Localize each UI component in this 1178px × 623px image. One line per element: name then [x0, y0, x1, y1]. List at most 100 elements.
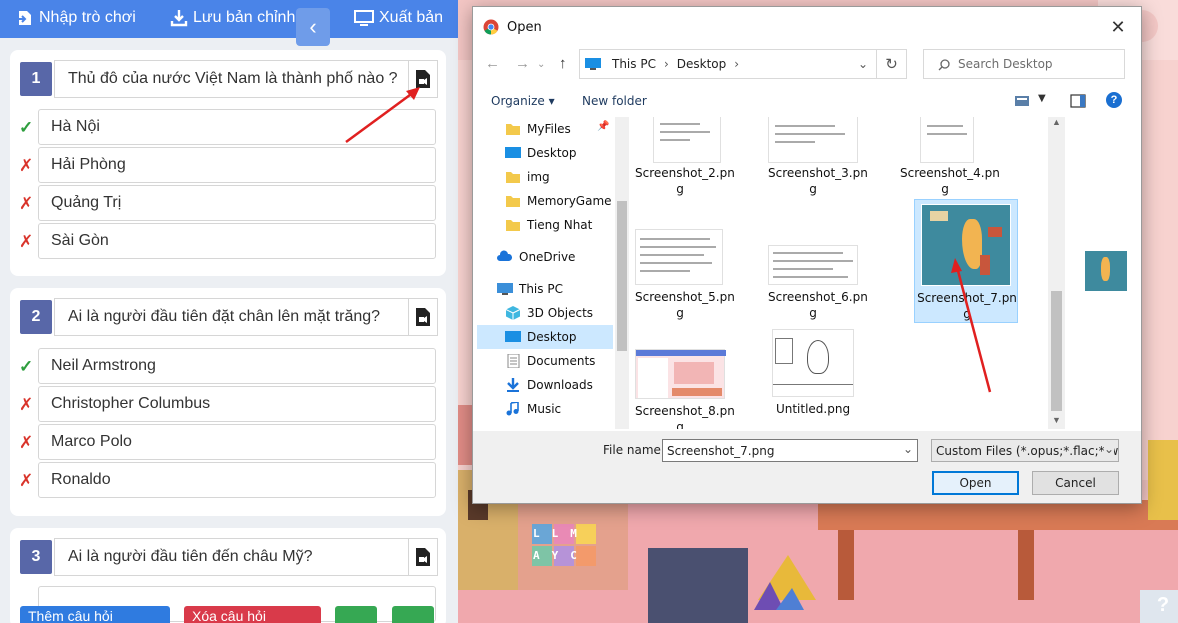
wrong-mark-icon[interactable]: ✗: [19, 156, 33, 176]
correct-mark-icon[interactable]: ✓: [19, 357, 33, 377]
command-bar: Organize ▾ New folder ▼ ?: [473, 87, 1141, 115]
file-item[interactable]: Screenshot_4.pn g: [900, 117, 1000, 197]
wrong-mark-icon[interactable]: ✗: [19, 433, 33, 453]
nav-item-memorygame[interactable]: MemoryGame: [477, 189, 613, 213]
computer-icon: [497, 283, 513, 295]
search-icon: [938, 59, 950, 71]
file-name: Screenshot_5.pn g: [635, 290, 735, 320]
breadcrumb-desktop[interactable]: Desktop: [677, 57, 727, 71]
nav-item-desktop-selected[interactable]: Desktop: [477, 325, 613, 349]
file-item[interactable]: Screenshot_3.pn g: [768, 117, 868, 197]
nav-item-label: Tieng Nhat: [527, 218, 593, 232]
nav-item-tieng-nhat[interactable]: Tieng Nhat: [477, 213, 613, 237]
nav-pane-scrollbar[interactable]: [615, 117, 629, 429]
media-upload-button[interactable]: [408, 538, 438, 576]
new-folder-button[interactable]: New folder: [582, 94, 647, 108]
file-item[interactable]: Screenshot_2.pn g: [635, 117, 735, 197]
nav-item-this-pc[interactable]: This PC: [477, 277, 613, 301]
nav-item-music[interactable]: Music: [477, 397, 613, 421]
scroll-up-icon[interactable]: ▲: [1052, 117, 1061, 127]
media-upload-button[interactable]: [408, 298, 438, 336]
file-scroll-thumb[interactable]: [1051, 291, 1062, 411]
letter-block: L: [551, 527, 571, 540]
nav-item-img[interactable]: img: [477, 165, 613, 189]
nav-item-downloads[interactable]: Downloads: [477, 373, 613, 397]
dialog-close-button[interactable]: ✕: [1095, 7, 1141, 47]
file-list-scrollbar[interactable]: ▲ ▼: [1048, 117, 1065, 429]
file-item[interactable]: Screenshot_5.pn g: [635, 229, 735, 320]
answer-field[interactable]: Hà Nội: [38, 109, 436, 145]
preview-pane-icon[interactable]: [1070, 94, 1086, 108]
answer-field[interactable]: Ronaldo: [38, 462, 436, 498]
delete-question-button[interactable]: Xóa câu hỏi: [184, 606, 321, 623]
wrong-mark-icon[interactable]: ✗: [19, 471, 33, 491]
address-dropdown-icon[interactable]: ⌄: [858, 57, 868, 71]
green-action-button[interactable]: [335, 606, 377, 623]
correct-mark-icon[interactable]: ✓: [19, 118, 33, 138]
help-button[interactable]: ?: [1150, 594, 1176, 622]
file-name-input[interactable]: Screenshot_7.png ⌄: [662, 439, 918, 462]
chrome-icon: [483, 19, 499, 35]
organize-button[interactable]: Organize ▾: [491, 94, 555, 108]
up-arrow-icon[interactable]: ↑: [559, 55, 567, 72]
question-text[interactable]: Ai là người đầu tiên đặt chân lên mặt tr…: [54, 298, 408, 336]
question-text[interactable]: Ai là người đầu tiên đến châu Mỹ?: [54, 538, 408, 576]
refresh-button[interactable]: ↻: [877, 49, 907, 79]
view-dropdown-icon[interactable]: ▼: [1038, 93, 1046, 104]
answer-field[interactable]: Quảng Trị: [38, 185, 436, 221]
letter-block: M: [570, 527, 589, 540]
file-list: Screenshot_2.pn g Screenshot_3.pn g Screen…: [631, 117, 1063, 429]
file-item-selected[interactable]: Screenshot_7.pn g: [914, 199, 1018, 323]
address-bar[interactable]: This PC › Desktop › ⌄: [579, 49, 877, 79]
help-icon[interactable]: ?: [1106, 92, 1122, 108]
nav-item-myfiles[interactable]: MyFiles 📌: [477, 117, 613, 141]
question-text[interactable]: Thủ đô của nước Việt Nam là thành phố nà…: [54, 60, 408, 98]
answer-field[interactable]: Neil Armstrong: [38, 348, 436, 384]
open-button[interactable]: Open: [932, 471, 1019, 495]
answer-field[interactable]: Hải Phòng: [38, 147, 436, 183]
answer-field[interactable]: Marco Polo: [38, 424, 436, 460]
file-name: Screenshot_7.pn g: [917, 291, 1017, 321]
question-card: 1 Thủ đô của nước Việt Nam là thành phố …: [10, 50, 446, 276]
add-question-button[interactable]: Thêm câu hỏi: [20, 606, 170, 623]
dialog-bottom-area: File name: Screenshot_7.png ⌄ Custom Fil…: [473, 431, 1141, 503]
file-item[interactable]: Untitled.png: [758, 329, 868, 425]
nav-item-documents[interactable]: Documents: [477, 349, 613, 373]
breadcrumb-this-pc[interactable]: This PC: [612, 57, 656, 71]
nav-item-label: MemoryGame: [527, 194, 612, 208]
file-item[interactable]: Screenshot_6.pn g: [768, 229, 868, 320]
nav-item-label: Music: [527, 402, 562, 416]
question-number: 2: [20, 300, 52, 334]
publish-button[interactable]: Xuất bản: [354, 9, 443, 27]
answer-field[interactable]: Christopher Columbus: [38, 386, 436, 422]
nav-item-label: img: [527, 170, 550, 184]
file-type-dropdown-icon[interactable]: ⌄: [1103, 442, 1114, 456]
file-thumbnail: [920, 117, 974, 163]
nav-item-onedrive[interactable]: OneDrive: [477, 245, 613, 269]
import-game-button[interactable]: Nhập trò chơi: [16, 9, 136, 27]
media-upload-button[interactable]: [408, 60, 438, 98]
nav-item-3d-objects[interactable]: 3D Objects: [477, 301, 613, 325]
back-arrow-icon[interactable]: ←: [485, 55, 500, 72]
file-name-dropdown-icon[interactable]: ⌄: [903, 442, 913, 456]
wrong-mark-icon[interactable]: ✗: [19, 232, 33, 252]
green-action-button[interactable]: [392, 606, 434, 623]
file-type-select[interactable]: Custom Files (*.opus;*.flac;*.we ⌄: [931, 439, 1119, 462]
scroll-down-icon[interactable]: ▼: [1052, 415, 1061, 425]
answer-field[interactable]: Sài Gòn: [38, 223, 436, 259]
editor-toolbar: Nhập trò chơi Lưu bản chỉnh sửa Xuất bản: [0, 0, 458, 38]
recent-locations-chevron-icon[interactable]: ⌄: [537, 59, 545, 70]
folder-icon: [506, 196, 520, 207]
view-options-icon[interactable]: [1014, 95, 1030, 107]
nav-scroll-thumb[interactable]: [617, 201, 627, 351]
desktop-icon: [505, 147, 521, 158]
file-item[interactable]: Screenshot_8.pn g: [635, 349, 735, 429]
nav-item-desktop[interactable]: Desktop: [477, 141, 613, 165]
search-input[interactable]: Search Desktop: [923, 49, 1125, 79]
wrong-mark-icon[interactable]: ✗: [19, 395, 33, 415]
file-thumbnail: [635, 229, 723, 285]
wrong-mark-icon[interactable]: ✗: [19, 194, 33, 214]
collapse-panel-button[interactable]: ‹: [296, 8, 330, 46]
forward-arrow-icon[interactable]: →: [515, 55, 530, 72]
cancel-button[interactable]: Cancel: [1032, 471, 1119, 495]
